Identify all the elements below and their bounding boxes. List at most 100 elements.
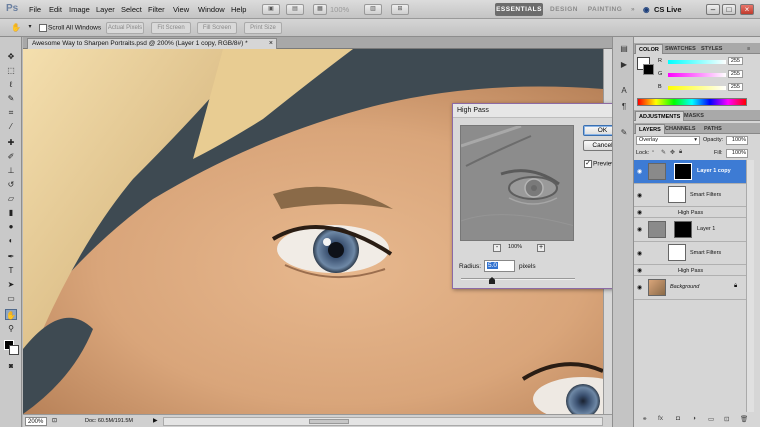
screen-mode-button[interactable]: ⊞ [391,4,409,15]
checkbox-box[interactable] [39,24,47,32]
blur-tool-icon[interactable]: ● [5,221,17,232]
radius-input[interactable]: 5.0 [484,260,515,272]
dialog-title-bar[interactable]: High Pass ✕ [453,104,628,118]
menu-edit[interactable]: Edit [49,5,62,14]
color-r-value[interactable]: 255 [728,57,743,65]
clone-stamp-tool-icon[interactable]: ⊥ [5,165,17,176]
menu-help[interactable]: Help [231,5,246,14]
blend-mode-select[interactable]: Overlay ▾ [636,136,700,145]
menu-layer[interactable]: Layer [96,5,115,14]
document-tab[interactable]: Awesome Way to Sharpen Portraits.psd @ 2… [27,38,277,49]
layer-name[interactable]: Layer 1 [697,226,715,232]
path-selection-tool-icon[interactable]: ➤ [5,279,17,290]
layer-row-high-pass-filter[interactable]: ◉ High Pass [634,265,746,276]
tab-styles[interactable]: STYLES [698,44,725,54]
preview-zoom-in-button[interactable]: + [537,244,545,252]
eraser-tool-icon[interactable]: ▱ [5,193,17,204]
horizontal-scroll-thumb[interactable] [309,419,349,424]
actual-pixels-button[interactable]: Actual Pixels [106,22,144,34]
lock-transparency-icon[interactable]: ▫ [652,149,654,155]
new-layer-icon[interactable]: ⊡ [724,415,729,423]
workspace-design[interactable]: DESIGN [547,3,581,16]
crop-tool-icon[interactable]: ⌗ [5,107,17,118]
smart-filter-mask-thumbnail[interactable] [668,244,686,261]
fill-field[interactable]: 100% [726,149,748,158]
quick-selection-tool-icon[interactable]: ✎ [5,93,17,104]
smart-filter-mask-thumbnail[interactable] [668,186,686,203]
status-menu-arrow-icon[interactable]: ▶ [153,417,158,424]
layer-row-smart-filters[interactable]: ◉ Smart Filters [634,184,746,207]
layers-scrollbar[interactable] [746,160,754,412]
layer-row-high-pass-filter[interactable]: ◉ High Pass [634,207,746,218]
character-panel-icon[interactable]: A [618,85,630,96]
horizontal-scrollbar[interactable] [163,417,603,426]
layer-row-layer-1[interactable]: ◉ Layer 1 [634,218,746,242]
tool-preset-dropdown-icon[interactable]: ▾ [24,22,36,33]
visibility-eye-icon[interactable]: ◉ [637,192,642,199]
tab-color[interactable]: COLOR [635,44,663,54]
quick-mask-icon[interactable]: ◙ [5,361,17,372]
preview-check-icon[interactable]: ✓ [584,160,592,168]
healing-brush-tool-icon[interactable]: ✚ [5,137,17,148]
link-layers-icon[interactable]: ⚭ [642,415,647,423]
tab-masks[interactable]: MASKS [681,111,707,121]
fit-screen-button[interactable]: Fit Screen [151,22,191,34]
color-panel-menu-icon[interactable]: ≡ [744,44,753,54]
tab-swatches[interactable]: SWATCHES [662,44,699,54]
visibility-eye-icon[interactable]: ◉ [637,284,642,291]
delete-layer-icon[interactable]: 🗑︎ [740,415,748,423]
tab-adjustments[interactable]: ADJUSTMENTS [635,111,685,121]
workspace-painting[interactable]: PAINTING [586,3,624,16]
pen-tool-icon[interactable]: ✒ [5,251,17,262]
zoom-tool-icon[interactable]: ⚲ [5,323,17,334]
color-panel-background-swatch[interactable] [643,64,654,75]
brush-panel-icon[interactable]: ✎ [618,127,630,138]
maximize-button[interactable]: □ [722,4,736,15]
menu-file[interactable]: File [29,5,41,14]
bridge-button[interactable]: ▣ [262,4,280,15]
layer-row-smart-filters[interactable]: ◉ Smart Filters [634,242,746,265]
menu-window[interactable]: Window [198,5,225,14]
layer-mask-thumbnail[interactable] [674,163,692,180]
minimize-button[interactable]: – [706,4,720,15]
mini-bridge-button[interactable]: ▤ [286,4,304,15]
type-tool-icon[interactable]: T [5,265,17,276]
color-b-value[interactable]: 255 [728,83,743,91]
color-b-slider[interactable] [668,86,726,90]
visibility-eye-icon[interactable]: ◉ [637,250,642,257]
tab-layers[interactable]: LAYERS [635,124,665,134]
layer-row-background[interactable]: ◉ Background 🔒︎ [634,276,746,300]
brush-tool-icon[interactable]: ✐ [5,151,17,162]
radius-slider-track[interactable] [461,278,575,280]
menu-filter[interactable]: Filter [148,5,165,14]
color-spectrum-ramp[interactable] [637,98,747,106]
cs-live-icon[interactable]: ◉ [643,5,650,14]
adjustment-layer-icon[interactable]: ◑ [692,415,696,422]
zoom-level-menu[interactable]: 100% [330,5,349,14]
shape-tool-icon[interactable]: ▭ [5,293,17,304]
tab-paths[interactable]: PATHS [701,124,725,134]
new-group-icon[interactable]: ▭ [708,415,714,423]
close-document-icon[interactable]: × [269,39,273,49]
dodge-tool-icon[interactable]: ◐ [5,235,17,246]
layer-style-icon[interactable]: fx [658,415,663,422]
cs-live-label[interactable]: CS Live [654,5,682,14]
history-brush-tool-icon[interactable]: ↺ [5,179,17,190]
scroll-all-windows-checkbox[interactable]: Scroll All Windows [39,24,101,32]
menu-select[interactable]: Select [121,5,142,14]
workspace-essentials[interactable]: ESSENTIALS [495,3,543,16]
visibility-eye-icon[interactable]: ◉ [637,226,642,233]
layer-row-layer-1-copy[interactable]: ◉ Layer 1 copy [634,160,746,184]
color-g-value[interactable]: 255 [728,70,743,78]
lock-position-icon[interactable]: ✥ [670,149,675,156]
layer-name[interactable]: Layer 1 copy [697,168,731,174]
zoom-level-field[interactable]: 200% [25,417,47,426]
background-color-swatch[interactable] [9,345,19,355]
visibility-eye-icon[interactable]: ◉ [637,267,642,274]
color-r-slider[interactable] [668,60,726,64]
add-mask-icon[interactable]: ◘ [676,415,680,422]
radius-value[interactable]: 5.0 [487,262,499,269]
close-window-button[interactable]: × [740,4,754,15]
marquee-tool-icon[interactable]: ⬚ [5,65,17,76]
actions-panel-icon[interactable]: ▶ [618,59,630,70]
